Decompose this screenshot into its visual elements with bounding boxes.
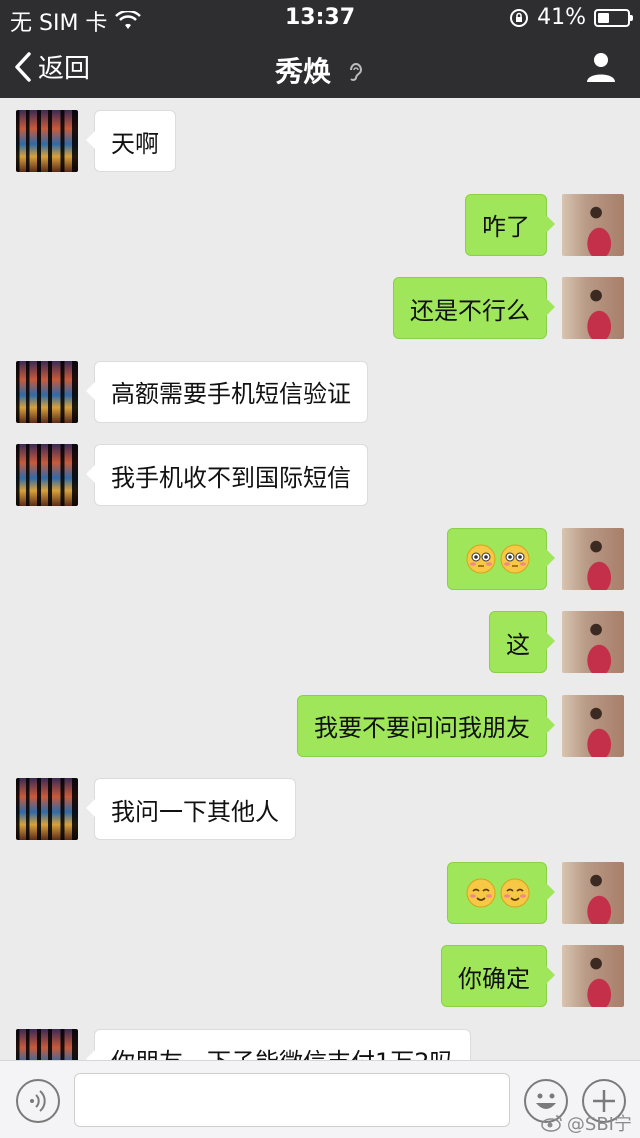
- chat-message-right: 这: [0, 611, 640, 673]
- chat-message-left: 我手机收不到国际短信: [0, 444, 640, 506]
- message-text: 还是不行么: [410, 296, 530, 325]
- earpiece-mode-icon: [349, 63, 362, 81]
- flushed-face-emoji-icon: [466, 544, 496, 574]
- my-avatar[interactable]: [562, 945, 624, 1007]
- smiling-blush-face-emoji-icon: [500, 878, 530, 908]
- flushed-face-emoji-icon: [500, 544, 530, 574]
- message-bubble[interactable]: [447, 527, 555, 590]
- chat-title: 秀焕: [0, 50, 640, 90]
- message-text: 你确定: [458, 964, 530, 993]
- contact-avatar[interactable]: [16, 360, 78, 423]
- message-text: 我要不要问问我朋友: [314, 714, 530, 742]
- message-bubble[interactable]: 我问一下其他人: [86, 778, 296, 840]
- message-bubble[interactable]: 我手机收不到国际短信: [86, 444, 368, 506]
- message-input[interactable]: [74, 1073, 510, 1127]
- message-text: 高额需要手机短信验证: [111, 380, 351, 408]
- message-bubble[interactable]: 咋了: [465, 193, 555, 256]
- message-bubble[interactable]: 这: [489, 611, 555, 673]
- chat-message-right: 咋了: [0, 193, 640, 256]
- message-bubble[interactable]: 还是不行么: [393, 277, 555, 339]
- status-right: 41%: [509, 5, 633, 30]
- message-bubble[interactable]: 高额需要手机短信验证: [86, 360, 368, 423]
- nav-bar: 返回 秀焕: [0, 36, 640, 98]
- smiling-blush-face-emoji-icon: [466, 878, 496, 908]
- chat-message-left: 我问一下其他人: [0, 778, 640, 840]
- battery-icon: [594, 8, 633, 27]
- contact-avatar[interactable]: [16, 110, 78, 172]
- message-bubble[interactable]: 我要不要问问我朋友: [297, 694, 555, 757]
- my-avatar[interactable]: [562, 694, 624, 757]
- my-avatar[interactable]: [562, 277, 624, 339]
- voice-input-button[interactable]: [16, 1079, 60, 1123]
- chat-message-left: 天啊: [0, 110, 640, 172]
- voice-icon: [30, 1090, 46, 1112]
- message-text: 咋了: [482, 213, 530, 241]
- message-text: 这: [506, 630, 530, 659]
- chat-message-left: 你朋友一下子能微信支付1万2吗: [0, 1028, 640, 1060]
- chat-history[interactable]: 天啊咋了还是不行么高额需要手机短信验证 我手机收不到国际短信这我要不要问问我朋友我…: [0, 98, 640, 1060]
- contact-avatar[interactable]: [16, 444, 78, 506]
- message-text: 天啊: [111, 129, 159, 158]
- weibo-logo-icon: [541, 1115, 562, 1132]
- my-avatar[interactable]: [562, 527, 624, 590]
- message-bubble[interactable]: [447, 861, 555, 924]
- chat-message-right: 还是不行么: [0, 277, 640, 339]
- contact-avatar[interactable]: [16, 1028, 78, 1060]
- message-bubble[interactable]: 天啊: [86, 110, 176, 172]
- chat-message-left: 高额需要手机短信验证: [0, 360, 640, 423]
- message-text: 我问一下其他人: [111, 797, 279, 826]
- my-avatar[interactable]: [562, 193, 624, 256]
- contact-avatar[interactable]: [16, 778, 78, 840]
- message-text: 你朋友一下子能微信支付1万2吗: [111, 1042, 454, 1060]
- chat-message-right: 我要不要问问我朋友: [0, 694, 640, 757]
- my-avatar[interactable]: [562, 611, 624, 673]
- chat-message-right: [0, 861, 640, 924]
- chat-message-right: 你确定: [0, 945, 640, 1007]
- status-bar: 无 SIM 卡 13:37 41%: [0, 0, 640, 36]
- battery-percent: 41%: [537, 5, 586, 30]
- my-avatar[interactable]: [562, 861, 624, 924]
- chat-info-person-icon[interactable]: [584, 50, 618, 84]
- rotation-lock-icon: [510, 8, 529, 27]
- watermark-text: @SBI宁: [566, 1114, 632, 1135]
- contact-name: 秀焕: [275, 55, 332, 88]
- message-text: 我手机收不到国际短信: [111, 463, 351, 492]
- watermark: @SBI宁: [541, 1110, 632, 1136]
- message-bubble[interactable]: 你确定: [441, 945, 555, 1007]
- chat-message-right: [0, 527, 640, 590]
- message-bubble[interactable]: 你朋友一下子能微信支付1万2吗: [86, 1028, 471, 1060]
